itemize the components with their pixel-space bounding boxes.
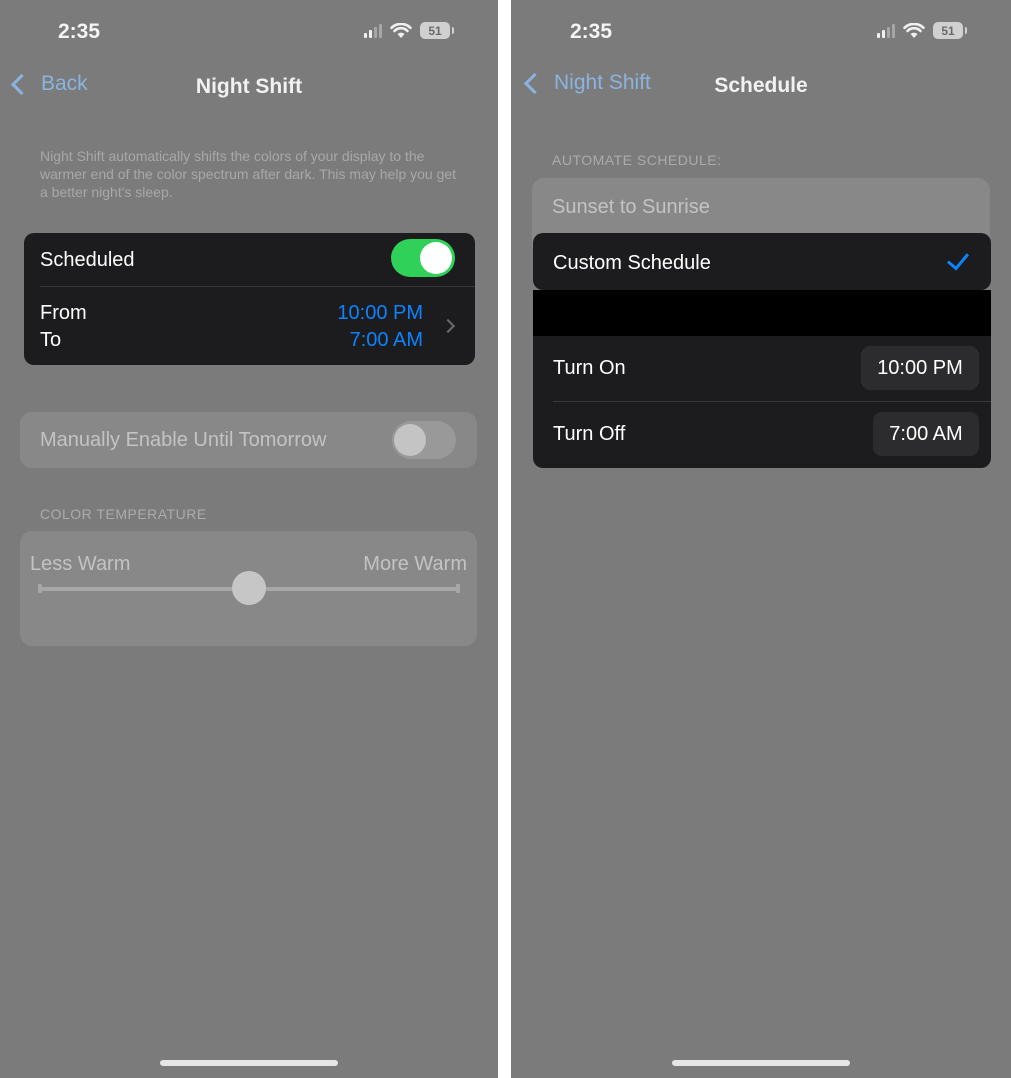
panel-divider [498,0,511,1078]
color-temperature-card: Less Warm More Warm [20,531,477,646]
option-label: Sunset to Sunrise [552,196,710,218]
slider-max-tick [456,584,460,593]
home-indicator [672,1060,850,1066]
color-temperature-heading: COLOR TEMPERATURE [40,506,207,522]
row-divider [553,401,991,402]
automate-schedule-heading: AUTOMATE SCHEDULE: [552,152,722,168]
battery-icon: 51 [933,22,967,39]
from-label: From [40,302,87,324]
status-time: 2:35 [570,20,613,43]
left-screen: 2:35 51 Back Night Shift Night Shift aut… [0,0,498,1078]
manual-enable-card: Manually Enable Until Tomorrow [20,412,477,468]
from-to-row[interactable]: From To 10:00 PM 7:00 AM [24,287,475,365]
scheduled-label: Scheduled [40,249,135,271]
manual-enable-label: Manually Enable Until Tomorrow [40,429,327,451]
slider-thumb[interactable] [232,571,266,605]
option-custom-schedule[interactable]: Custom Schedule [533,233,991,290]
status-time: 2:35 [58,20,101,43]
chevron-left-icon [10,73,33,95]
scheduled-toggle[interactable] [391,239,455,277]
custom-times-card: Turn On 10:00 PM Turn Off 7:00 AM [533,336,991,468]
toggle-knob [420,242,452,274]
option-label: Custom Schedule [553,252,711,274]
wifi-icon [390,22,412,38]
to-time-value: 7:00 AM [349,329,423,351]
status-icons: 51 [877,22,967,39]
cellular-signal-icon [877,23,895,38]
night-shift-description: Night Shift automatically shifts the col… [40,148,457,200]
to-label: To [40,329,62,351]
right-screen: 2:35 51 Night Shift Schedule AUTOMATE SC… [511,0,1011,1078]
toggle-knob [394,424,426,456]
turn-off-time-picker[interactable]: 7:00 AM [873,412,979,456]
home-indicator [160,1060,338,1066]
back-button[interactable]: Night Shift [523,71,651,95]
status-icons: 51 [364,22,454,39]
checkmark-icon [946,247,970,271]
schedule-card: Scheduled From To 10:00 PM 7:00 AM [24,233,475,365]
turn-on-time-picker[interactable]: 10:00 PM [861,346,979,390]
cellular-signal-icon [364,23,382,38]
turn-off-label: Turn Off [553,423,626,445]
from-time-value: 10:00 PM [337,302,423,324]
page-title: Night Shift [195,75,303,98]
schedule-gap [533,290,991,336]
chevron-right-icon [440,318,456,334]
manual-enable-toggle[interactable] [392,421,456,459]
chevron-left-icon [523,72,546,94]
back-button[interactable]: Back [10,72,88,96]
color-temperature-slider[interactable] [38,571,460,605]
battery-icon: 51 [420,22,454,39]
page-title: Schedule [714,74,808,97]
back-label: Night Shift [554,71,651,94]
turn-on-label: Turn On [553,357,626,379]
wifi-icon [903,22,925,38]
back-label: Back [41,72,88,95]
